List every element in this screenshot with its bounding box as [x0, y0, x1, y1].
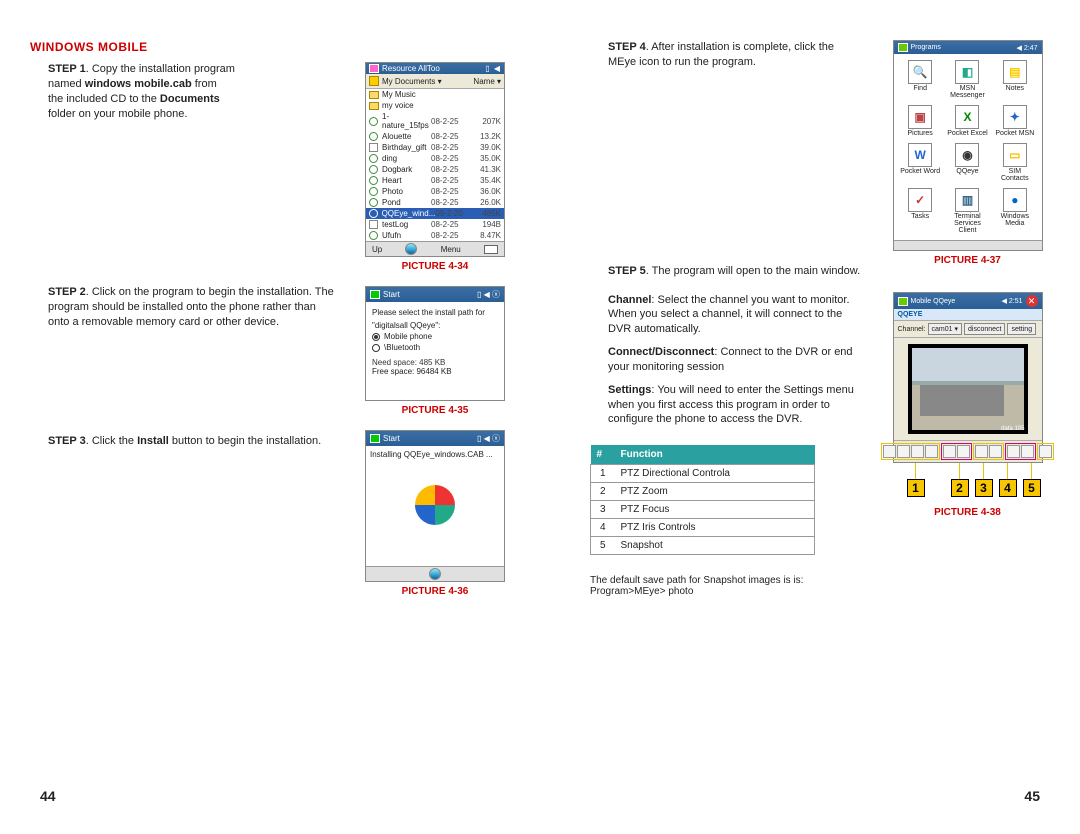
desc-channel: Channel: Select the channel you want to … [590, 293, 865, 338]
caption-4-36: PICTURE 4-36 [402, 586, 469, 597]
picture-4-34: Resource AllToo▯ ◀ My Documents ▾Name ▾ … [365, 62, 505, 257]
picture-4-37: Programs◀ 2:47 🔍Find◧MSN Messenger▤Notes… [893, 40, 1043, 251]
save-path-note: The default save path for Snapshot image… [590, 575, 865, 597]
callout-numbers: 1 2 3 4 5 [893, 463, 1043, 503]
step-1: STEP 1. Copy the installation program na… [30, 62, 340, 121]
caption-4-37: PICTURE 4-37 [934, 255, 1001, 266]
caption-4-35: PICTURE 4-35 [402, 405, 469, 416]
setting-button[interactable]: setting [1007, 323, 1036, 335]
page-number-left: 44 [40, 788, 56, 804]
page-number-right: 45 [1024, 788, 1040, 804]
disconnect-button[interactable]: disconnect [964, 323, 1005, 335]
function-table: #Function 1PTZ Directional Controla 2PTZ… [590, 445, 815, 555]
desc-connect: Connect/Disconnect: Connect to the DVR o… [590, 345, 865, 375]
desc-settings: Settings: You will need to enter the Set… [590, 383, 865, 428]
step-4: STEP 4. After installation is complete, … [590, 40, 865, 70]
picture-4-38: Mobile QQeye◀ 2:51✕ QQEYE Channel: cam01… [893, 292, 1043, 463]
step-2: STEP 2. Click on the program to begin th… [30, 285, 340, 330]
caption-4-38: PICTURE 4-38 [934, 507, 1001, 518]
section-title: WINDOWS MOBILE [30, 40, 510, 54]
step-3: STEP 3. Click the Install button to begi… [30, 434, 340, 449]
caption-4-34: PICTURE 4-34 [402, 261, 469, 272]
channel-select[interactable]: cam01 ▾ [928, 323, 962, 335]
step-5: STEP 5. The program will open to the mai… [590, 264, 865, 279]
picture-4-35: Start▯ ◀ ⓧ Please select the install pat… [365, 286, 505, 401]
picture-4-36: Start▯ ◀ ⓧ Installing QQEye_windows.CAB … [365, 430, 505, 582]
